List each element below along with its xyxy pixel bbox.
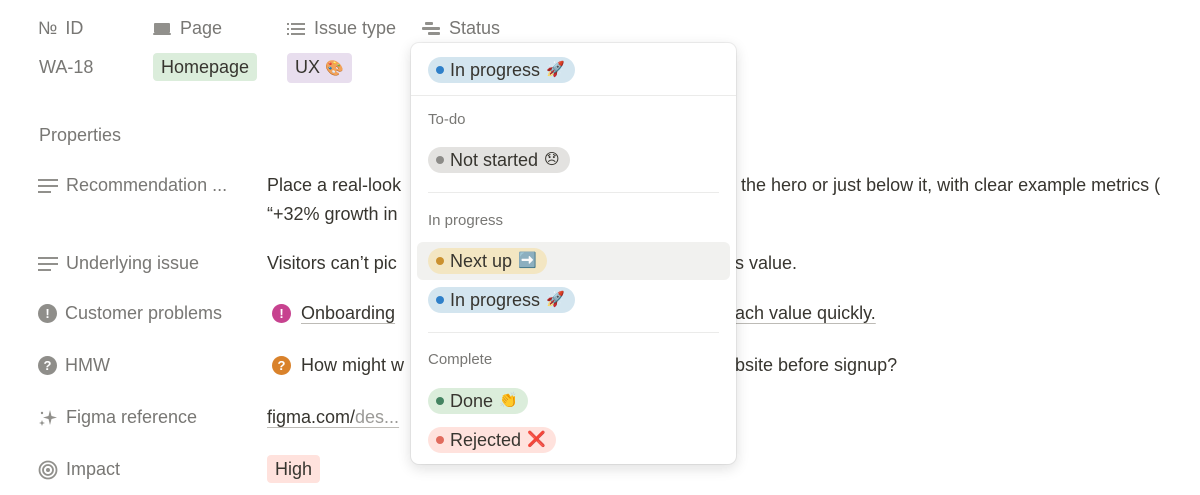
group-heading-complete: Complete [428, 351, 493, 368]
option-next-up-label: Next up [450, 251, 513, 271]
column-header-issue-type-label: Issue type [314, 18, 397, 38]
property-customer-problems[interactable]: ! Customer problems [38, 303, 222, 324]
property-recommendation-label: Recommendation ... [66, 175, 228, 195]
status-dot [436, 296, 444, 304]
status-dot [436, 257, 444, 265]
divider [428, 192, 719, 193]
issue-type-tag[interactable]: UX 🎨 [287, 53, 352, 83]
column-header-status[interactable]: Status [421, 18, 500, 39]
property-impact[interactable]: Impact [38, 459, 120, 480]
status-dropdown[interactable]: In progress 🚀 To-do Not started 😞 In pro… [411, 43, 736, 464]
clapping-hands-icon: 👏 [499, 392, 518, 409]
property-figma-reference[interactable]: Figma reference [38, 407, 197, 428]
customer-problems-link[interactable]: Onboarding [301, 303, 395, 324]
list-icon [286, 19, 306, 39]
page-tag[interactable]: Homepage [153, 53, 258, 81]
figma-link-domain: figma.com/ [267, 407, 356, 427]
property-impact-label: Impact [66, 459, 121, 479]
customer-problems-tail[interactable]: ach value quickly. [735, 303, 876, 324]
underlying-issue-value[interactable]: Visitors can’t pic [267, 253, 397, 274]
property-hmw[interactable]: ? HMW [38, 355, 110, 376]
option-in-progress[interactable]: In progress 🚀 [428, 287, 575, 313]
recommendation-value-line2[interactable]: “+32% growth in [267, 204, 398, 225]
selected-status-chip[interactable]: In progress 🚀 [428, 57, 575, 83]
option-done[interactable]: Done 👏 [428, 388, 528, 414]
properties-heading: Properties [39, 125, 122, 145]
number-sign-icon: № [38, 18, 58, 38]
column-header-issue-type[interactable]: Issue type [286, 18, 396, 39]
option-in-progress-label: In progress [450, 290, 541, 310]
issue-type-tag-label: UX [295, 57, 321, 77]
divider [411, 95, 736, 96]
column-header-page[interactable]: Page [152, 18, 222, 39]
recommendation-value-line1[interactable]: Place a real-look [267, 175, 401, 196]
status-dot [436, 156, 444, 164]
option-rejected-label: Rejected [450, 430, 522, 450]
recommendation-value-tail: the hero or just below it, with clear ex… [741, 175, 1161, 195]
group-heading-todo: To-do [428, 111, 466, 128]
status-dot [436, 66, 444, 74]
figma-reference-link[interactable]: figma.com/des... [267, 407, 399, 428]
column-header-page-label: Page [180, 18, 223, 38]
text-lines-icon [38, 254, 58, 274]
hmw-value[interactable]: ? How might w [272, 355, 404, 376]
status-dot [436, 397, 444, 405]
property-underlying-issue[interactable]: Underlying issue [38, 253, 199, 274]
hmw-tail: bsite before signup? [735, 355, 898, 375]
property-hmw-label: HMW [65, 355, 110, 375]
impact-tag[interactable]: High [267, 455, 321, 483]
rocket-icon: 🚀 [546, 61, 565, 78]
option-done-label: Done [450, 391, 494, 411]
column-header-id-label: ID [65, 18, 84, 38]
target-icon [38, 460, 58, 480]
exclamation-circle-icon: ! [38, 304, 57, 323]
row-id: WA-18 [39, 57, 94, 77]
page-icon [152, 19, 172, 39]
cross-mark-icon: ❌ [527, 431, 546, 448]
column-header-id[interactable]: № ID [38, 18, 83, 39]
customer-problems-value[interactable]: ! Onboarding [272, 303, 395, 324]
right-arrow-icon: ➡️ [518, 252, 537, 269]
question-circle-icon: ? [38, 356, 57, 375]
option-next-up[interactable]: Next up ➡️ [428, 248, 547, 274]
property-underlying-issue-label: Underlying issue [66, 253, 200, 273]
option-rejected[interactable]: Rejected ❌ [428, 427, 556, 453]
rocket-icon: 🚀 [546, 291, 565, 308]
selected-status-label: In progress [450, 60, 541, 80]
column-header-status-label: Status [449, 18, 501, 38]
figma-link-path: des... [355, 407, 400, 427]
disappointed-face-icon: 😞 [544, 151, 560, 168]
option-not-started[interactable]: Not started 😞 [428, 147, 570, 173]
group-heading-in-progress: In progress [428, 212, 504, 229]
question-circle-icon: ? [272, 356, 291, 375]
underlying-issue-tail: s value. [735, 253, 798, 273]
property-recommendation[interactable]: Recommendation ... [38, 175, 227, 196]
property-figma-reference-label: Figma reference [66, 407, 198, 427]
status-icon [421, 19, 441, 39]
exclamation-circle-icon: ! [272, 304, 291, 323]
sparkle-icon [38, 408, 58, 428]
divider [428, 332, 719, 333]
status-dot [436, 436, 444, 444]
palette-icon: 🎨 [325, 60, 344, 77]
text-lines-icon [38, 176, 58, 196]
property-customer-problems-label: Customer problems [65, 303, 223, 323]
hmw-link[interactable]: How might w [301, 355, 404, 376]
option-not-started-label: Not started [450, 150, 539, 170]
